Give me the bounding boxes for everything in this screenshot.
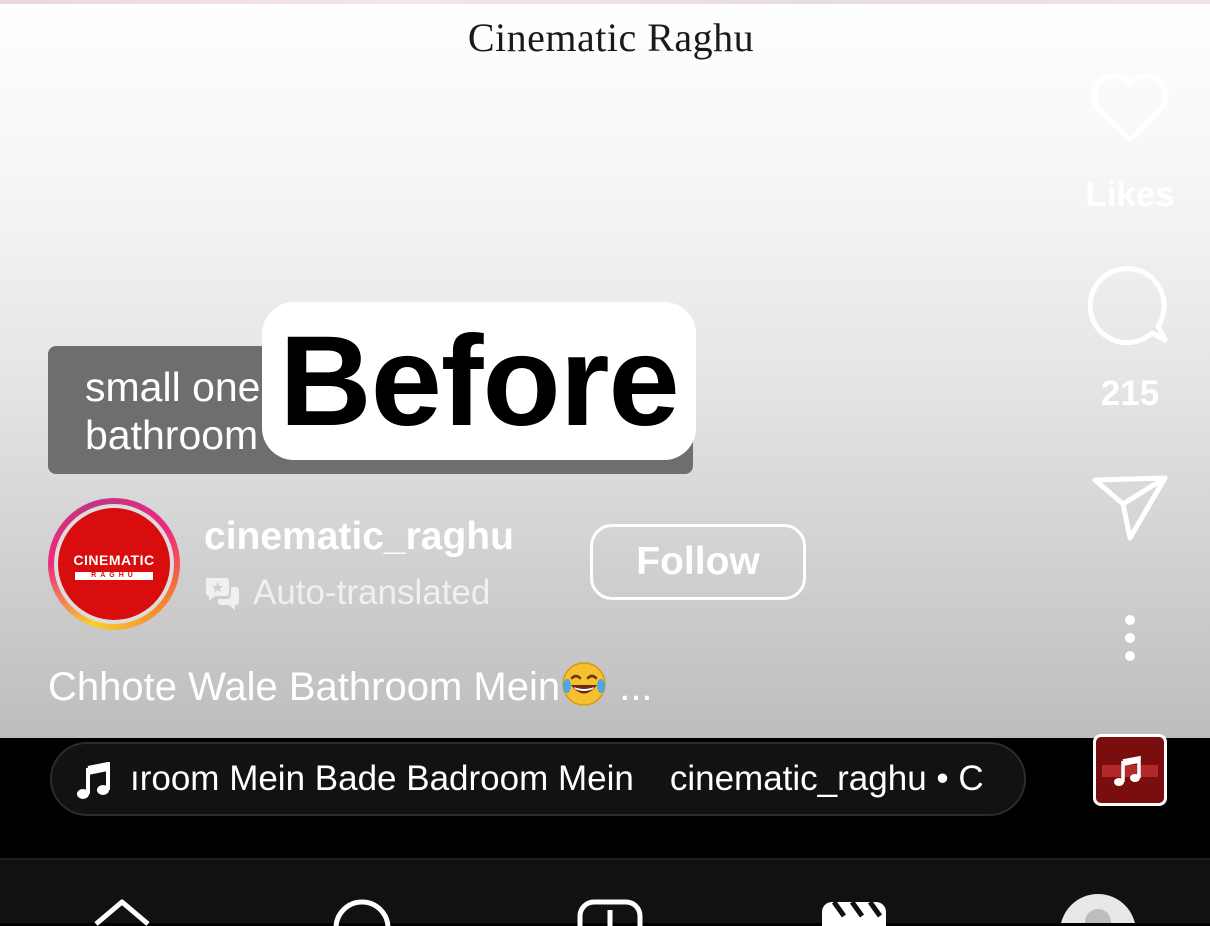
reels-icon[interactable] xyxy=(820,896,888,926)
video-brand-title: Cinematic Raghu xyxy=(467,15,755,60)
audio-track-text: ıroom Mein Bade Badroom Mein cinematic_ra… xyxy=(130,759,1004,799)
reel-video[interactable]: Cinematic Raghu small one bathroom Befor… xyxy=(0,0,1210,738)
translate-icon xyxy=(206,578,239,610)
comments-count[interactable]: 215 xyxy=(1070,374,1190,414)
audio-thumb-music-icon xyxy=(1102,755,1158,786)
music-note-icon xyxy=(77,762,110,799)
avatar-border: CINEMATIC RAGHU xyxy=(54,504,174,624)
video-top-strip xyxy=(0,0,1210,4)
profile-avatar-icon[interactable] xyxy=(1058,892,1138,923)
auto-translated-label[interactable]: Auto-translated xyxy=(253,573,490,613)
search-icon[interactable] xyxy=(330,896,394,926)
create-icon[interactable] xyxy=(576,896,644,926)
avatar-logo-subtext: RAGHU xyxy=(75,572,153,580)
audio-track-bar[interactable]: ıroom Mein Bade Badroom Mein cinematic_ra… xyxy=(50,742,1026,816)
laughing-emoji-icon xyxy=(562,662,606,706)
bottom-navigation xyxy=(0,860,1210,926)
caption[interactable]: Chhote Wale Bathroom Mein ... xyxy=(48,660,653,710)
sticker-line-2: bathroom xyxy=(85,412,259,458)
avatar-logo: CINEMATIC RAGHU xyxy=(58,508,170,620)
share-icon[interactable] xyxy=(1090,472,1170,544)
audio-track-title: ıroom Mein Bade Badroom Mein xyxy=(130,759,634,798)
home-icon[interactable] xyxy=(92,896,152,926)
sticker-line-1: small one xyxy=(85,364,261,410)
author-avatar[interactable]: CINEMATIC RAGHU xyxy=(48,498,180,630)
caption-more[interactable]: ... xyxy=(608,665,652,709)
audio-thumbnail[interactable] xyxy=(1093,734,1167,806)
audio-artist: cinematic_raghu • C xyxy=(669,759,984,798)
more-options-icon[interactable] xyxy=(1118,612,1142,664)
likes-label[interactable]: Likes xyxy=(1070,175,1190,215)
follow-button[interactable]: Follow xyxy=(590,524,806,600)
before-sticker: Before xyxy=(262,302,696,460)
caption-text: Chhote Wale Bathroom Mein xyxy=(48,665,561,709)
avatar-logo-text: CINEMATIC xyxy=(73,552,155,568)
heart-icon[interactable] xyxy=(1088,72,1172,146)
comment-icon[interactable] xyxy=(1088,266,1172,348)
author-username[interactable]: cinematic_raghu xyxy=(204,515,514,559)
